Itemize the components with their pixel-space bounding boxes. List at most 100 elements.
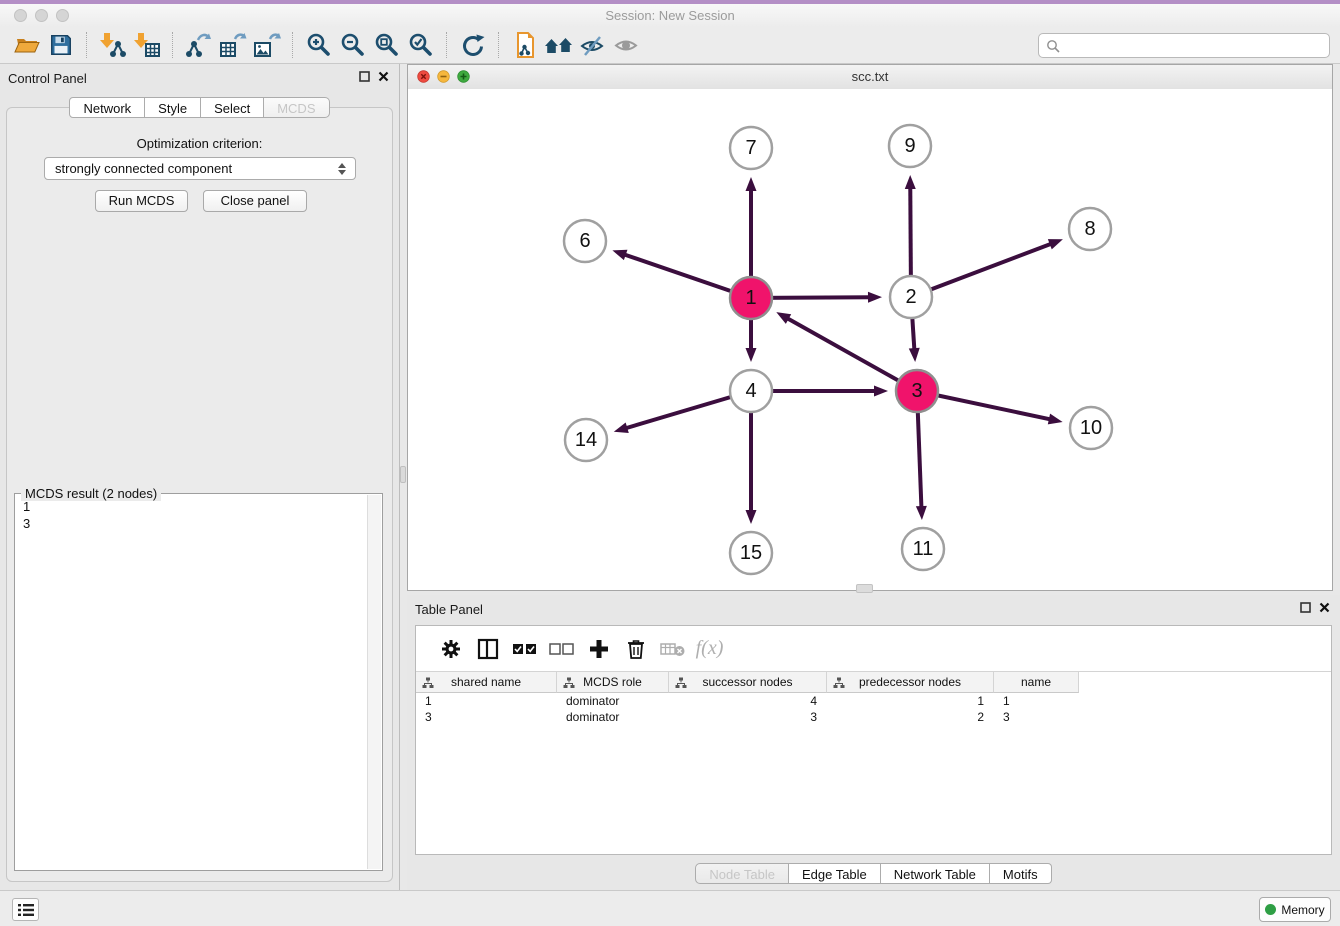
graph-edge-2-8[interactable] — [911, 243, 1053, 297]
toolbar-separator — [446, 32, 448, 58]
task-history-button[interactable] — [12, 898, 39, 921]
zoom-selected-button[interactable] — [404, 30, 438, 60]
cell-shared-name[interactable]: 3 — [416, 709, 557, 725]
float-panel-icon[interactable] — [1300, 602, 1311, 613]
cell-mcds-role[interactable]: dominator — [557, 693, 669, 709]
list-icon — [18, 903, 34, 917]
copy-view-icon — [511, 31, 539, 59]
canvas-resize-grip[interactable] — [856, 584, 873, 593]
tab-network-table[interactable]: Network Table — [881, 863, 990, 884]
zoom-fit-button[interactable] — [370, 30, 404, 60]
delete-column-button[interactable] — [617, 634, 654, 664]
graph-node-label: 9 — [904, 135, 915, 157]
zoom-fit-icon — [373, 31, 401, 59]
toolbar-separator — [86, 32, 88, 58]
cell-filler — [1079, 693, 1331, 709]
table-settings-button[interactable] — [432, 634, 469, 664]
graph-edge-3-1[interactable] — [786, 318, 917, 391]
cell-name[interactable]: 1 — [994, 693, 1079, 709]
network-canvas[interactable]: 1234678910111415 — [408, 89, 1332, 590]
select-all-button[interactable] — [506, 634, 543, 664]
cell-name[interactable]: 3 — [994, 709, 1079, 725]
graph-edge-arrowhead — [916, 506, 927, 520]
close-panel-icon[interactable] — [378, 71, 389, 82]
cell-successor-nodes[interactable]: 4 — [669, 693, 827, 709]
tab-style[interactable]: Style — [145, 97, 201, 118]
memory-label: Memory — [1281, 903, 1324, 917]
mcds-result-text[interactable]: 1 3 — [17, 498, 367, 868]
tab-motifs[interactable]: Motifs — [990, 863, 1052, 884]
export-network-button[interactable] — [182, 30, 216, 60]
criterion-dropdown[interactable]: strongly connected component — [44, 157, 356, 180]
column-header-shared-name[interactable]: shared name — [416, 671, 557, 693]
tab-node-table[interactable]: Node Table — [695, 863, 789, 884]
zoom-in-button[interactable] — [302, 30, 336, 60]
run-mcds-button[interactable]: Run MCDS — [95, 190, 188, 212]
tab-edge-table[interactable]: Edge Table — [789, 863, 881, 884]
toolbar-separator — [292, 32, 294, 58]
eye-button[interactable] — [610, 30, 644, 60]
column-header-name[interactable]: name — [994, 671, 1079, 693]
graph-node-label: 10 — [1080, 417, 1102, 439]
zoom-out-button[interactable] — [336, 30, 370, 60]
optimization-criterion-label: Optimization criterion: — [0, 136, 399, 151]
close-panel-button[interactable]: Close panel — [203, 190, 307, 212]
column-header-successor-nodes[interactable]: successor nodes — [669, 671, 827, 693]
memory-button[interactable]: Memory — [1259, 897, 1331, 922]
cell-successor-nodes[interactable]: 3 — [669, 709, 827, 725]
table-panel-header: Table Panel — [407, 595, 1340, 623]
delete-table-button[interactable] — [654, 634, 691, 664]
graph-edge-arrowhead — [614, 422, 629, 433]
open-session-button[interactable] — [10, 30, 44, 60]
export-table-button[interactable] — [216, 30, 250, 60]
result-scrollbar[interactable] — [367, 495, 381, 869]
table-row[interactable]: 1 dominator 4 1 1 — [416, 693, 1331, 709]
cell-shared-name[interactable]: 1 — [416, 693, 557, 709]
tab-network[interactable]: Network — [69, 97, 145, 118]
graph-edge-arrowhead — [909, 348, 920, 362]
table-row[interactable]: 3 dominator 3 2 3 — [416, 709, 1331, 725]
mcds-result-line: 3 — [23, 515, 367, 532]
houses-button[interactable] — [542, 30, 576, 60]
column-header-predecessor-nodes[interactable]: predecessor nodes — [827, 671, 994, 693]
import-table-icon — [133, 31, 161, 59]
graph-edge-arrowhead — [612, 250, 627, 260]
add-column-button[interactable] — [580, 634, 617, 664]
show-column-panel-button[interactable] — [469, 634, 506, 664]
graph-edge-arrowhead — [1048, 239, 1063, 249]
close-window-button[interactable] — [14, 9, 27, 22]
column-header-mcds-role[interactable]: MCDS role — [557, 671, 669, 693]
float-panel-icon[interactable] — [359, 71, 370, 82]
import-network-button[interactable] — [96, 30, 130, 60]
table-panel-tabs: Node Table Edge Table Network Table Moti… — [407, 863, 1340, 884]
export-network-icon — [185, 31, 213, 59]
traffic-lights — [14, 9, 69, 22]
close-panel-icon[interactable] — [1319, 602, 1330, 613]
open-session-icon — [13, 31, 41, 59]
cell-predecessor-nodes[interactable]: 2 — [827, 709, 994, 725]
panel-splitter-handle[interactable] — [400, 466, 406, 483]
zoom-window-button[interactable] — [56, 9, 69, 22]
minimize-window-button[interactable] — [35, 9, 48, 22]
graph-edge-arrowhead — [1048, 414, 1063, 425]
graph-node-label: 7 — [745, 137, 756, 159]
node-table-container: f(x) shared name MCDS role — [415, 625, 1332, 855]
mcds-result-line: 1 — [23, 498, 367, 515]
import-table-button[interactable] — [130, 30, 164, 60]
search-input[interactable] — [1065, 36, 1329, 55]
unchecked-boxes-icon — [549, 642, 575, 656]
save-session-button[interactable] — [44, 30, 78, 60]
export-image-button[interactable] — [250, 30, 284, 60]
tab-select[interactable]: Select — [201, 97, 264, 118]
search-box — [1038, 33, 1330, 58]
trash-icon — [626, 638, 646, 660]
function-builder-button[interactable]: f(x) — [691, 634, 728, 664]
unselect-all-button[interactable] — [543, 634, 580, 664]
copy-view-button[interactable] — [508, 30, 542, 60]
tab-mcds[interactable]: MCDS — [264, 97, 329, 118]
apply-layout-button[interactable] — [456, 30, 490, 60]
eye-slash-button[interactable] — [576, 30, 610, 60]
cell-mcds-role[interactable]: dominator — [557, 709, 669, 725]
split-pane-icon — [477, 638, 499, 660]
cell-predecessor-nodes[interactable]: 1 — [827, 693, 994, 709]
